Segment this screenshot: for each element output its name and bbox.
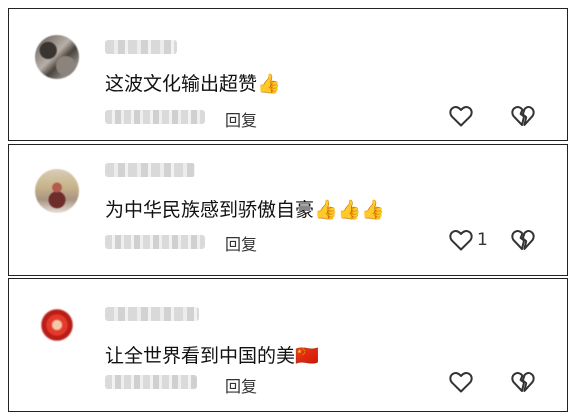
like-button[interactable]: [449, 371, 477, 393]
thumbs-up-emoji: 👍👍👍: [314, 199, 385, 221]
broken-heart-icon: [511, 105, 535, 127]
reply-button[interactable]: 回复: [225, 107, 257, 131]
comment-text: 让全世界看到中国的美🇨🇳: [105, 341, 319, 368]
china-flag-emoji: 🇨🇳: [295, 345, 319, 367]
reply-button[interactable]: 回复: [225, 373, 257, 397]
comment-text: 为中华民族感到骄傲自豪👍👍👍: [105, 195, 385, 222]
thumbs-up-emoji: 👍: [257, 73, 281, 95]
comment-card: 这波文化输出超赞👍 回复: [8, 8, 568, 141]
heart-outline-icon: [449, 229, 473, 251]
comment-meta-blurred: [105, 375, 197, 389]
comment-card: 为中华民族感到骄傲自豪👍👍👍 回复 1: [8, 144, 568, 276]
like-button[interactable]: 1: [449, 229, 488, 251]
comment-meta-blurred: [105, 110, 205, 124]
dislike-button[interactable]: [511, 371, 535, 393]
username-blurred[interactable]: [105, 40, 177, 54]
broken-heart-icon: [511, 229, 535, 251]
comment-feed: 这波文化输出超赞👍 回复 为中华民族感到骄傲自豪👍👍👍 回复 1 让全世界看到中…: [0, 0, 582, 420]
avatar[interactable]: [35, 169, 79, 213]
dislike-button[interactable]: [511, 105, 535, 127]
dislike-button[interactable]: [511, 229, 535, 251]
reply-button[interactable]: 回复: [225, 231, 257, 255]
comment-meta-blurred: [105, 235, 205, 249]
heart-outline-icon: [449, 371, 473, 393]
username-blurred[interactable]: [105, 163, 195, 177]
like-count: 1: [477, 230, 488, 250]
broken-heart-icon: [511, 371, 535, 393]
avatar[interactable]: [35, 35, 79, 79]
comment-card: 让全世界看到中国的美🇨🇳 回复: [8, 278, 568, 412]
comment-body: 为中华民族感到骄傲自豪: [105, 199, 315, 221]
like-button[interactable]: [449, 105, 477, 127]
comment-body: 让全世界看到中国的美: [105, 345, 296, 367]
avatar[interactable]: [35, 303, 79, 347]
comment-text: 这波文化输出超赞👍: [105, 69, 281, 96]
heart-outline-icon: [449, 105, 473, 127]
username-blurred[interactable]: [105, 307, 199, 321]
comment-body: 这波文化输出超赞: [105, 73, 258, 95]
